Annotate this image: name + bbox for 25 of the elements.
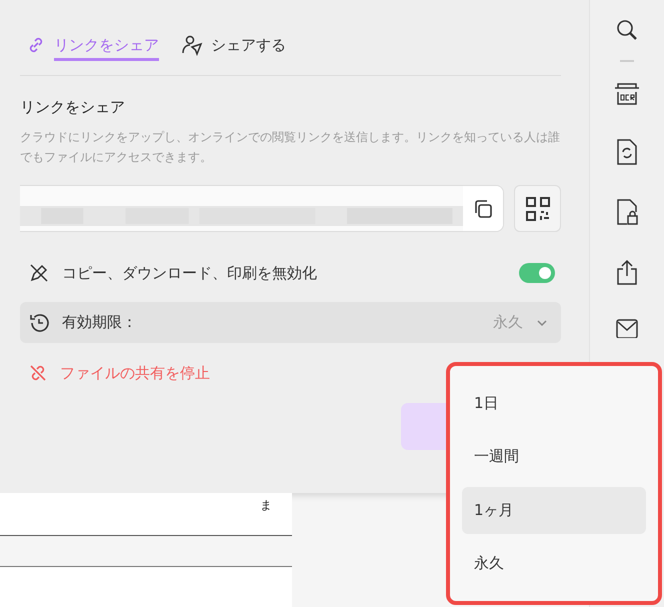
- pen-slash-icon: [28, 262, 50, 284]
- person-send-icon: [181, 34, 203, 56]
- section-title: リンクをシェア: [20, 98, 126, 117]
- description-text: クラウドにリンクをアップし、オンラインでの閲覧リンクを送信します。リンクを知っている人は誰でもファイルにアクセスできます。: [20, 129, 561, 166]
- disable-copy-label: コピー、ダウンロード、印刷を無効化: [62, 264, 318, 282]
- qr-code-icon: [524, 196, 550, 222]
- link-field[interactable]: [20, 185, 504, 232]
- menu-item[interactable]: 永久: [462, 540, 646, 587]
- menu-item[interactable]: 1ヶ月: [462, 487, 646, 534]
- menu-item[interactable]: 1日: [462, 380, 646, 426]
- menu-item[interactable]: 一週間: [462, 434, 646, 480]
- expiry-dropdown[interactable]: 有効期限： 永久: [20, 302, 561, 343]
- broken-link-icon: [28, 363, 48, 383]
- document-text: ま: [260, 497, 272, 514]
- file-lock-icon[interactable]: [615, 198, 639, 226]
- copy-icon: [472, 198, 494, 220]
- history-icon: [28, 312, 50, 334]
- mail-icon[interactable]: [615, 318, 639, 338]
- share-icon[interactable]: [615, 258, 639, 286]
- search-icon[interactable]: [615, 18, 639, 42]
- file-convert-icon[interactable]: [615, 138, 639, 166]
- qr-code-button[interactable]: [514, 185, 561, 232]
- copy-button[interactable]: [463, 186, 503, 231]
- tab[interactable]: シェアする: [181, 28, 286, 62]
- toggle-switch[interactable]: [519, 263, 555, 283]
